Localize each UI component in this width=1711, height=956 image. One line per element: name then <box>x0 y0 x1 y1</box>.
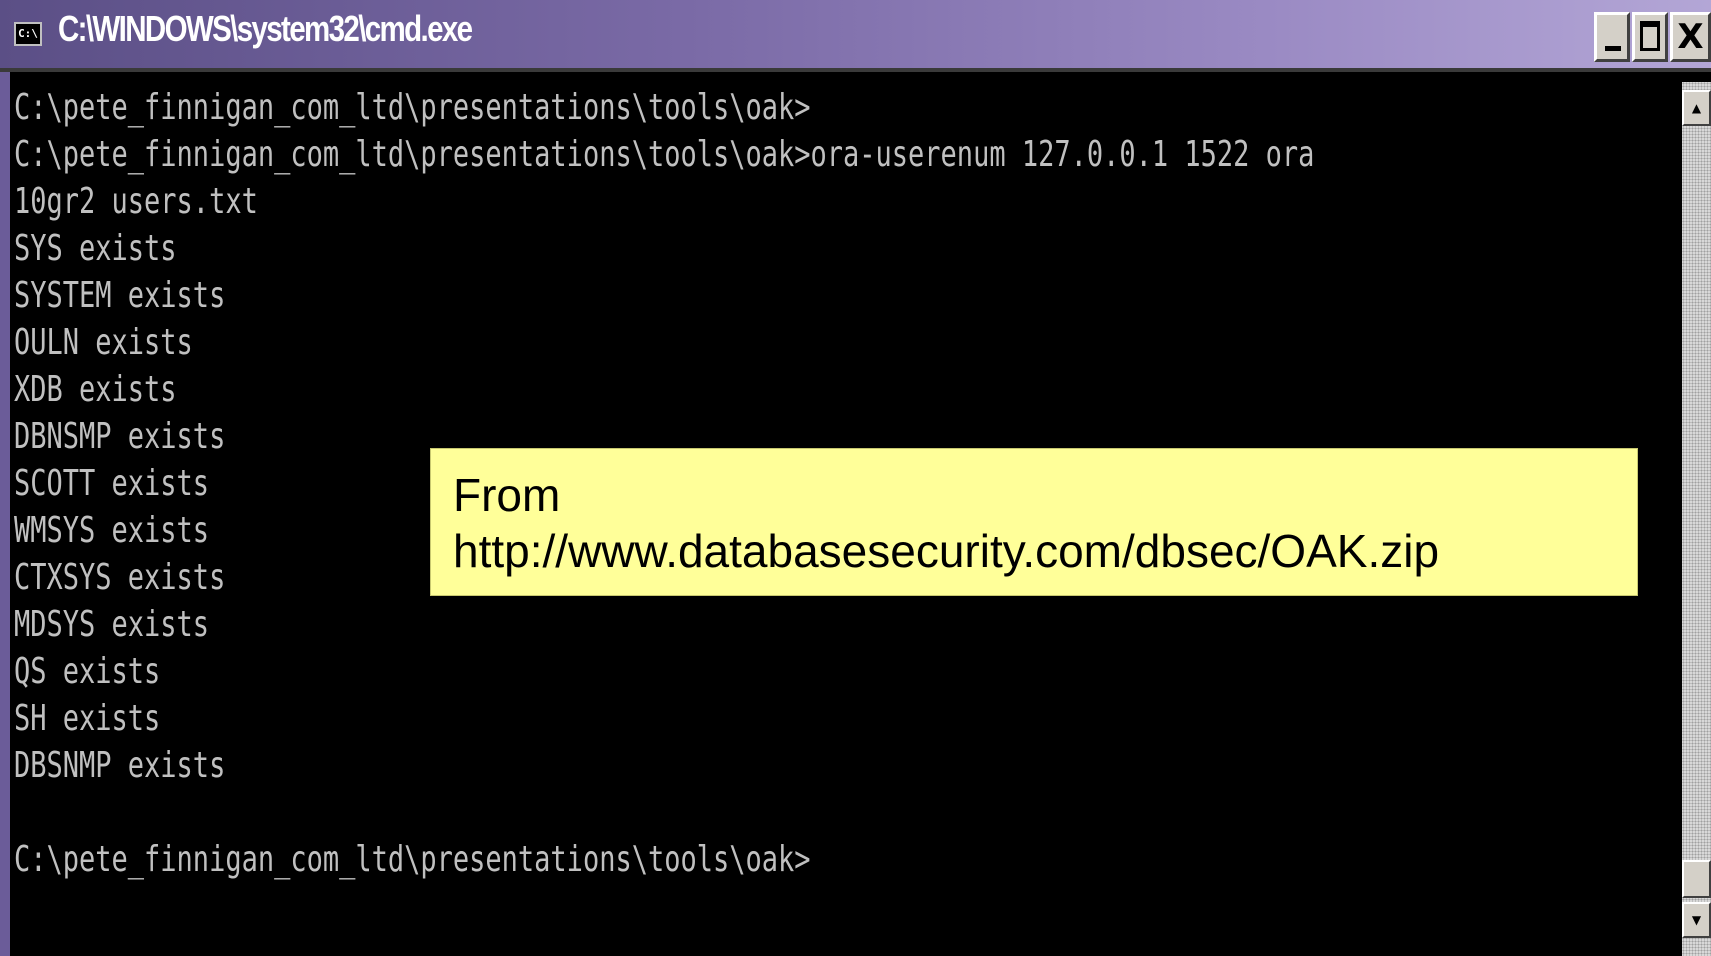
minimize-button[interactable] <box>1594 12 1630 62</box>
console-line: SYSTEM exists <box>14 275 226 316</box>
console-line: XDB exists <box>14 369 177 410</box>
cmd-prompt-icon[interactable]: C:\ <box>14 22 42 46</box>
scrollbar-thumb[interactable] <box>1682 860 1711 898</box>
console-line: OULN exists <box>14 322 193 363</box>
window-frame-left <box>0 72 10 956</box>
vertical-scrollbar[interactable]: ▲ ▼ <box>1682 82 1711 956</box>
minimize-icon <box>1605 46 1621 51</box>
console-line: C:\pete_finnigan_com_ltd\presentations\t… <box>14 134 1315 175</box>
window-title: C:\WINDOWS\system32\cmd.exe <box>58 8 473 49</box>
title-bar[interactable]: C:\ C:\WINDOWS\system32\cmd.exe X <box>0 0 1711 72</box>
source-callout: From http://www.databasesecurity.com/dbs… <box>430 448 1638 596</box>
close-icon: X <box>1677 17 1704 57</box>
cmd-window: C:\ C:\WINDOWS\system32\cmd.exe X C:\pet… <box>0 0 1711 956</box>
console-line: C:\pete_finnigan_com_ltd\presentations\t… <box>14 839 811 880</box>
console-line: C:\pete_finnigan_com_ltd\presentations\t… <box>14 87 811 128</box>
scroll-down-icon: ▼ <box>1691 913 1702 927</box>
console-line: DBSNMP exists <box>14 745 226 786</box>
close-button[interactable]: X <box>1670 12 1711 62</box>
console-line: 10gr2 users.txt <box>14 181 258 222</box>
console-line: MDSYS exists <box>14 604 210 645</box>
console-line: SCOTT exists <box>14 463 210 504</box>
maximize-icon <box>1640 21 1660 51</box>
console-line: CTXSYS exists <box>14 557 226 598</box>
scroll-down-button[interactable]: ▼ <box>1682 902 1711 938</box>
console-line: QS exists <box>14 651 161 692</box>
maximize-button[interactable] <box>1632 12 1668 62</box>
callout-line-from: From <box>453 469 561 521</box>
console-line: WMSYS exists <box>14 510 210 551</box>
callout-url: http://www.databasesecurity.com/dbsec/OA… <box>453 525 1440 577</box>
console-line: SH exists <box>14 698 161 739</box>
console-line: DBNSMP exists <box>14 416 226 457</box>
scroll-up-icon: ▲ <box>1691 101 1702 115</box>
console-line: SYS exists <box>14 228 177 269</box>
scroll-up-button[interactable]: ▲ <box>1682 90 1711 126</box>
